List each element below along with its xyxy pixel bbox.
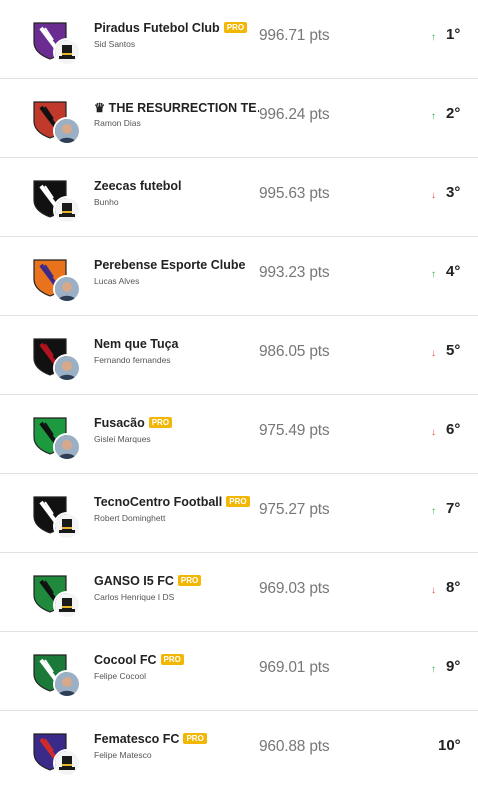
team-name[interactable]: Fusacão PRO [94,416,173,430]
rank-position: 10° [438,737,461,754]
arrow-up-icon: ↑ [431,506,436,517]
top-hat-avatar-icon [53,591,81,619]
pro-badge: PRO [183,733,207,744]
ranking-row[interactable]: TecnoCentro Football PRO Robert Dominghett… [0,474,478,553]
team-name[interactable]: ♛ THE RESURRECTION TE… [94,100,259,115]
owner-name: Gislei Marques [94,434,151,444]
arrow-up-icon: ↑ [431,269,436,280]
owner-name: Sid Santos [94,39,136,49]
rank-position: 2° [446,105,461,122]
team-points: 975.27 pts [259,501,330,518]
owner-avatar [53,670,81,698]
arrow-down-icon: ↓ [431,427,436,438]
team-points: 969.01 pts [259,659,330,676]
owner-name: Lucas Alves [94,276,140,286]
rank-position: 4° [446,263,461,280]
top-hat-avatar-icon [53,512,81,540]
team-name[interactable]: TecnoCentro Football PRO [94,495,250,509]
owner-avatar [53,275,81,303]
team-name-text: TecnoCentro Football [94,495,223,509]
rank-position: 9° [446,658,461,675]
team-name[interactable]: Piradus Futebol Club PRO [94,21,248,35]
owner-avatar [53,354,81,382]
rank-position: 7° [446,500,461,517]
arrow-down-icon: ↓ [431,348,436,359]
top-hat-avatar-icon [53,749,81,777]
rank-position: 3° [446,184,461,201]
ranking-row[interactable]: Perebense Esporte Clube Lucas Alves 993.23… [0,237,478,316]
team-name[interactable]: Nem que Tuça [94,337,179,351]
owner-name: Ramon Dias [94,118,141,128]
owner-name: Felipe Matesco [94,750,152,760]
team-points: 996.71 pts [259,27,330,44]
team-name-text: Perebense Esporte Clube [94,258,246,272]
team-name[interactable]: GANSO I5 FC PRO [94,574,202,588]
ranking-row[interactable]: Cocool FC PRO Felipe Cocool 969.01 pts ↑ 9° [0,632,478,711]
team-name-text: Fusacão [94,416,145,430]
team-points: 993.23 pts [259,264,330,281]
ranking-row[interactable]: ♛ THE RESURRECTION TE… Ramon Dias 996.24 p… [0,79,478,158]
team-name[interactable]: Zeecas futebol [94,179,182,193]
owner-name: Fernando fernandes [94,355,171,365]
pro-badge: PRO [223,22,248,33]
pro-badge: PRO [148,417,173,428]
pro-badge: PRO [226,496,250,507]
team-name-text: ♛ THE RESURRECTION TE… [94,101,259,115]
pro-badge: PRO [177,575,202,586]
owner-name: Carlos Henrique I DS [94,592,175,602]
owner-name: Bunho [94,197,119,207]
arrow-up-icon: ↑ [431,32,436,43]
ranking-row[interactable]: Zeecas futebol Bunho 995.63 pts ↓ 3° [0,158,478,237]
owner-avatar [53,117,81,145]
ranking-row[interactable]: Nem que Tuça Fernando fernandes 986.05 pts… [0,316,478,395]
team-points: 960.88 pts [259,738,330,755]
team-points: 969.03 pts [259,580,330,597]
team-name-text: Nem que Tuça [94,337,179,351]
owner-name: Robert Dominghett [94,513,166,523]
team-name-text: Zeecas futebol [94,179,182,193]
team-points: 975.49 pts [259,422,330,439]
rank-position: 1° [446,26,461,43]
arrow-down-icon: ↓ [431,190,436,201]
team-name-text: Cocool FC [94,653,157,667]
ranking-row[interactable]: Fusacão PRO Gislei Marques 975.49 pts ↓ 6° [0,395,478,474]
arrow-up-icon: ↑ [431,111,436,122]
top-hat-avatar-icon [53,38,81,66]
top-hat-avatar-icon [53,196,81,224]
team-name[interactable]: Perebense Esporte Clube [94,258,245,272]
owner-name: Felipe Cocool [94,671,146,681]
team-name[interactable]: Fematesco FC PRO [94,732,207,746]
rank-position: 8° [446,579,461,596]
arrow-up-icon: ↑ [431,664,436,675]
team-points: 996.24 pts [259,106,330,123]
rank-position: 6° [446,421,461,438]
team-name-text: GANSO I5 FC [94,574,174,588]
league-ranking-list: Piradus Futebol Club PRO Sid Santos 996.71 … [0,0,478,790]
ranking-row[interactable]: Piradus Futebol Club PRO Sid Santos 996.71 … [0,0,478,79]
ranking-row[interactable]: GANSO I5 FC PRO Carlos Henrique I DS 969.03… [0,553,478,632]
owner-avatar [53,433,81,461]
team-name-text: Piradus Futebol Club [94,21,220,35]
team-name-text: Fematesco FC [94,732,180,746]
team-points: 995.63 pts [259,185,330,202]
team-points: 986.05 pts [259,343,330,360]
pro-badge: PRO [160,654,184,665]
rank-position: 5° [446,342,461,359]
arrow-down-icon: ↓ [431,585,436,596]
ranking-row[interactable]: Fematesco FC PRO Felipe Matesco 960.88 pts 1… [0,711,478,790]
team-name[interactable]: Cocool FC PRO [94,653,184,667]
